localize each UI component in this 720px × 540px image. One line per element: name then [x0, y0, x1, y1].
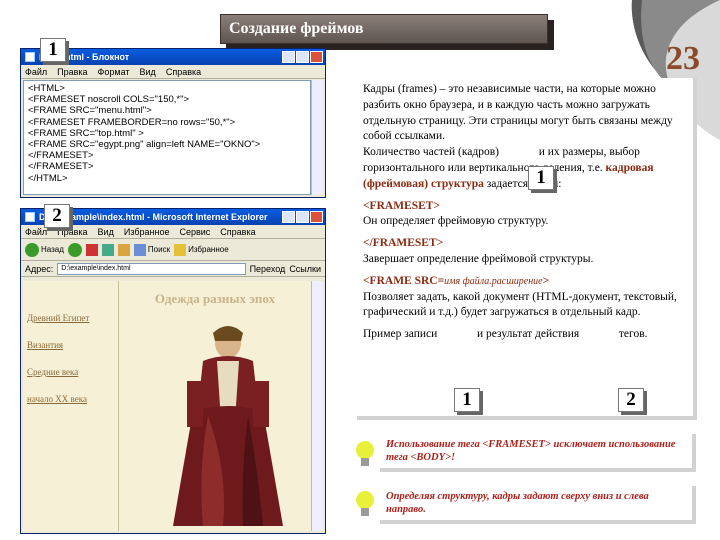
favorites-button[interactable]: Избранное — [174, 243, 229, 256]
menu-edit[interactable]: Правка — [57, 227, 87, 237]
menu-view[interactable]: Вид — [140, 67, 156, 77]
costume-figure-image — [173, 326, 283, 526]
nav-link[interactable]: Византия — [27, 340, 114, 350]
notepad-scrollbar[interactable] — [311, 80, 323, 195]
menu-tools[interactable]: Сервис — [179, 227, 210, 237]
stop-icon[interactable] — [85, 243, 98, 256]
frameset-tag-block: <FRAMESET> Он определяет фреймовую струк… — [363, 199, 549, 228]
close-button[interactable] — [310, 211, 323, 223]
menu-view[interactable]: Вид — [98, 227, 114, 237]
note-frame-order: Определяя структуру, кадры задают сверху… — [380, 486, 696, 524]
badge-browser: 2 — [44, 204, 70, 228]
code-line: <FRAME SRC="top.html" > — [28, 127, 144, 139]
address-label: Адрес: — [25, 263, 54, 274]
back-arrow-icon — [25, 242, 39, 257]
code-line: <FRAME SRC="egypt.png" align=left NAME="… — [28, 139, 261, 151]
close-button[interactable] — [310, 51, 323, 63]
example-line: Пример записи и результат действия тегов… — [363, 328, 648, 341]
browser-window: D:\...\example\index.html - Microsoft In… — [20, 208, 326, 534]
lightbulb-icon — [356, 491, 374, 516]
home-icon[interactable] — [117, 243, 130, 256]
menu-format[interactable]: Формат — [98, 67, 130, 77]
top-frame-heading: Одежда разных эпох — [154, 291, 276, 306]
menu-favorites[interactable]: Избранное — [124, 227, 170, 237]
nav-link[interactable]: Средние века — [27, 367, 114, 377]
minimize-button[interactable] — [282, 211, 295, 223]
ie-icon — [25, 212, 35, 222]
star-icon — [174, 243, 187, 256]
forward-arrow-icon[interactable] — [67, 242, 82, 257]
search-icon — [133, 243, 146, 256]
badge-inline-1: 1 — [454, 388, 480, 412]
badge-inline-1: 1 — [528, 166, 554, 190]
refresh-icon[interactable] — [101, 243, 114, 256]
notepad-window: index.html - Блокнот Файл Правка Формат … — [20, 48, 326, 198]
menu-file[interactable]: Файл — [25, 227, 47, 237]
browser-toolbar: Назад Поиск Избранное — [21, 239, 325, 261]
note-frameset-body: Использование тега <FRAMESET> исключает … — [380, 434, 696, 472]
notepad-text-area[interactable]: <HTML> <FRAMESET noscroll COLS="150,*"> … — [23, 80, 311, 195]
code-line: </FRAMESET> — [28, 150, 94, 162]
go-button[interactable]: Переход — [250, 264, 286, 274]
explanation-text: Кадры (frames) – это независимые части, … — [357, 78, 697, 420]
code-line: <FRAMESET FRAMEBORDER=no rows="50,*"> — [28, 116, 236, 128]
code-line: </HTML> — [28, 172, 68, 184]
search-button[interactable]: Поиск — [133, 243, 170, 256]
menu-help[interactable]: Справка — [166, 67, 201, 77]
frame-tag-block: <FRAME SRC=имя файла.расширение> Позволя… — [363, 274, 677, 319]
code-line: <HTML> — [28, 83, 65, 94]
code-line: <FRAMESET noscroll COLS="150,*"> — [28, 94, 190, 106]
menu-help[interactable]: Справка — [220, 227, 255, 237]
maximize-button[interactable] — [296, 211, 309, 223]
address-bar: Адрес: D:\example\index.html Переход Ссы… — [21, 261, 325, 277]
notepad-icon — [25, 52, 35, 62]
nav-link[interactable]: начало XX века — [27, 394, 114, 404]
intro-paragraph: Кадры (frames) – это независимые части, … — [363, 83, 673, 190]
frameset-end-tag-block: </FRAMESET> Завершает определение фреймо… — [363, 237, 594, 265]
code-line: </FRAMESET> — [28, 161, 94, 173]
address-input[interactable]: D:\example\index.html — [57, 262, 246, 275]
page-number: 23 — [666, 40, 700, 77]
back-button[interactable]: Назад — [25, 242, 64, 257]
badge-inline-2: 2 — [618, 388, 644, 412]
maximize-button[interactable] — [296, 51, 309, 63]
frameset-page: Древний Египет Византия Средние века нач… — [23, 281, 311, 531]
notepad-titlebar[interactable]: index.html - Блокнот — [21, 49, 325, 65]
lightbulb-icon — [356, 441, 374, 466]
menu-frame: Древний Египет Византия Средние века нач… — [23, 281, 119, 531]
browser-title: D:\...\example\index.html - Microsoft In… — [39, 212, 268, 222]
code-line: <FRAME SRC="menu.html"> — [28, 105, 152, 117]
minimize-button[interactable] — [282, 51, 295, 63]
menu-file[interactable]: Файл — [25, 67, 47, 77]
notepad-menu: Файл Правка Формат Вид Справка — [21, 65, 325, 79]
nav-link[interactable]: Древний Египет — [27, 313, 114, 323]
links-button[interactable]: Ссылки — [289, 264, 321, 274]
browser-scrollbar[interactable] — [311, 281, 323, 531]
badge-notepad: 1 — [40, 38, 66, 62]
menu-edit[interactable]: Правка — [57, 67, 87, 77]
slide-title: Создание фреймов — [220, 14, 548, 44]
